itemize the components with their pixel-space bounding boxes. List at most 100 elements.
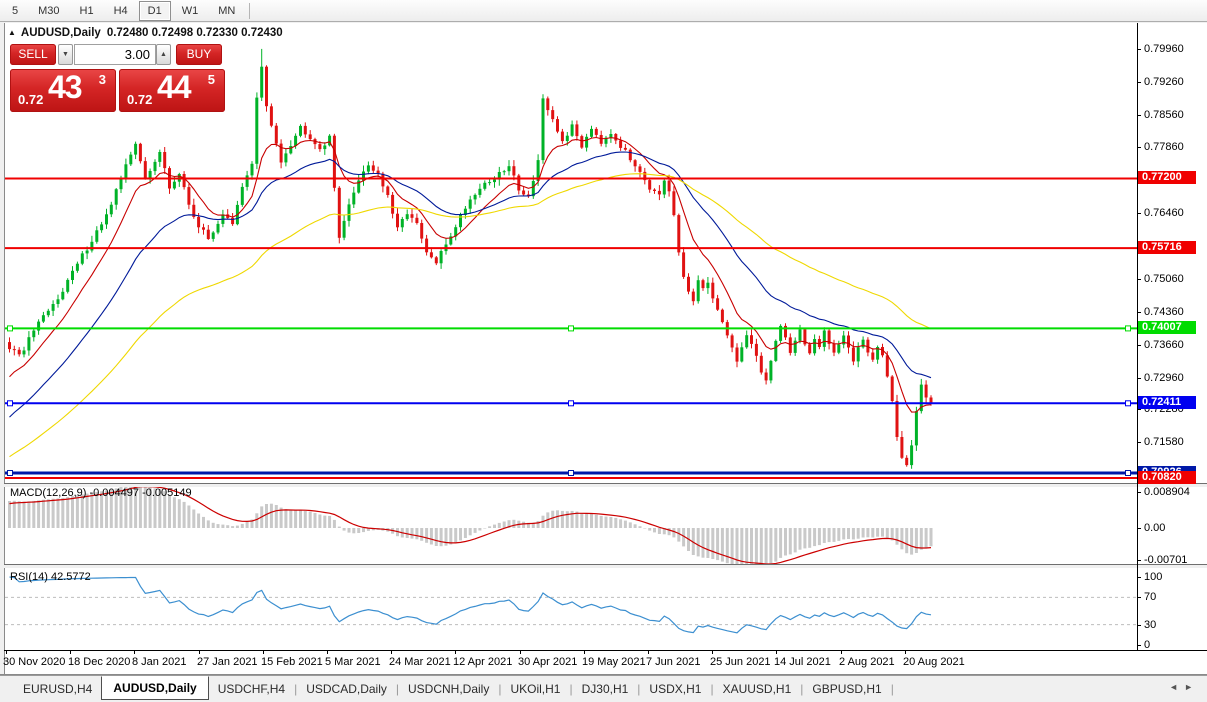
price-axis-tick: 0.79960 (1144, 43, 1184, 55)
buy-button[interactable]: BUY (176, 44, 222, 65)
price-axis-tick-mark (1137, 312, 1141, 313)
date-axis-label: 19 May 2021 (582, 656, 646, 668)
price-axis-tick: 0.79260 (1144, 76, 1184, 88)
price-level-label[interactable]: 0.70820 (1138, 471, 1196, 484)
date-axis-tick-mark (6, 651, 7, 654)
symbol-label: AUDUSD,Daily (20, 27, 101, 39)
price-axis-tick: 0.73660 (1144, 339, 1184, 351)
chart-title: ▲ AUDUSD,Daily 0.72480 0.72498 0.72330 0.7… (8, 27, 283, 39)
date-axis-tick-mark (520, 651, 521, 654)
date-axis-label: 30 Nov 2020 (3, 656, 66, 668)
rsi-axis-tick: 30 (1144, 619, 1157, 631)
date-axis-label: 25 Jun 2021 (710, 656, 771, 668)
date-axis-label: 2 Aug 2021 (839, 656, 895, 668)
sell-price-prefix: 0.72 (18, 92, 44, 107)
buy-price-box[interactable]: 0.72 44 5 (119, 69, 225, 112)
rsi-axis-tick-mark (1137, 597, 1141, 598)
price-axis-tick-mark (1137, 82, 1141, 83)
date-axis-tick-mark (648, 651, 649, 654)
buy-price-big: 44 (157, 69, 192, 105)
rsi-axis-tick-mark (1137, 577, 1141, 578)
chart-tab-gbpusd[interactable]: GBPUSD,H1 (803, 678, 890, 700)
date-axis-tick-mark (455, 651, 456, 654)
sell-price-box[interactable]: 0.72 43 3 (10, 69, 116, 112)
price-axis-tick-mark (1137, 279, 1141, 280)
date-axis-label: 24 Mar 2021 (389, 656, 451, 668)
rsi-axis-tick: 70 (1144, 591, 1157, 603)
price-level-label[interactable]: 0.75716 (1138, 241, 1196, 254)
buy-price-prefix: 0.72 (127, 92, 153, 107)
price-level-label[interactable]: 0.77200 (1138, 171, 1196, 184)
collapse-panel-icon[interactable]: ▲ (8, 28, 16, 37)
price-axis-tick-mark (1137, 409, 1141, 410)
price-axis-tick-mark (1137, 378, 1141, 379)
chart-tab-dj30[interactable]: DJ30,H1 (573, 678, 638, 700)
chart-tab-usdchf[interactable]: USDCHF,H4 (209, 678, 294, 700)
price-axis-tick-mark (1137, 345, 1141, 346)
tab-separator: | (890, 682, 894, 696)
date-axis-tick-mark (584, 651, 585, 654)
date-axis-label: 12 Apr 2021 (453, 656, 513, 668)
date-axis-tick-mark (199, 651, 200, 654)
rsi-axis-tick-mark (1137, 645, 1141, 646)
price-axis-tick: 0.72960 (1144, 372, 1184, 384)
tab-scroll-left-icon[interactable]: ◄ (1169, 682, 1184, 692)
sell-price-sup: 3 (98, 72, 106, 87)
price-axis-tick-mark (1137, 49, 1141, 50)
macd-axis-tick-mark (1137, 560, 1141, 561)
price-axis-tick: 0.78560 (1144, 109, 1184, 121)
macd-axis-tick: 0.00 (1144, 522, 1166, 534)
chart-tab-usdcnh[interactable]: USDCNH,Daily (399, 678, 498, 700)
rsi-axis-tick: 100 (1144, 571, 1163, 583)
date-axis-label: 20 Aug 2021 (903, 656, 965, 668)
chart-tab-audusd[interactable]: AUDUSD,Daily (101, 676, 209, 700)
date-axis-label: 14 Jul 2021 (774, 656, 831, 668)
price-axis-tick: 0.76460 (1144, 207, 1184, 219)
buy-price-sup: 5 (207, 72, 215, 87)
volume-decrease-button[interactable]: ▼ (58, 44, 73, 65)
chart-tab-xauusd[interactable]: XAUUSD,H1 (714, 678, 801, 700)
rsi-axis-tick: 0 (1144, 639, 1151, 651)
price-axis-tick-mark (1137, 115, 1141, 116)
date-axis-tick-mark (391, 651, 392, 654)
chart-tab-usdx[interactable]: USDX,H1 (640, 678, 710, 700)
price-level-label[interactable]: 0.72411 (1138, 396, 1196, 409)
price-axis-tick-mark (1137, 213, 1141, 214)
price-axis-tick: 0.77860 (1144, 141, 1184, 153)
date-axis-label: 15 Feb 2021 (261, 656, 323, 668)
date-axis-label: 18 Dec 2020 (68, 656, 131, 668)
date-axis-tick-mark (263, 651, 264, 654)
macd-indicator-label: MACD(12,26,9) -0.004497 -0.005149 (10, 487, 192, 499)
sell-button[interactable]: SELL (10, 44, 56, 65)
chart-tab-usdcad[interactable]: USDCAD,Daily (297, 678, 396, 700)
sell-price-big: 43 (48, 69, 83, 105)
date-axis-label: 8 Jan 2021 (132, 656, 187, 668)
date-axis-tick-mark (327, 651, 328, 654)
symbol-tab-bar: EURUSD,H4 AUDUSD,Daily USDCHF,H4 | USDCAD,Da… (0, 675, 1207, 702)
date-axis-label: 30 Apr 2021 (518, 656, 578, 668)
one-click-trading-panel: SELL ▼ 3.00 ▲ BUY 0.72 43 3 0.72 44 5 (10, 43, 228, 113)
chart-tab-eurusd[interactable]: EURUSD,H4 (14, 678, 101, 700)
date-axis-tick-mark (905, 651, 906, 654)
price-axis-tick: 0.71580 (1144, 436, 1184, 448)
chart-tab-ukoil[interactable]: UKOil,H1 (501, 678, 569, 700)
ohlc-values: 0.72480 0.72498 0.72330 0.72430 (106, 27, 283, 39)
price-axis-tick: 0.74360 (1144, 306, 1184, 318)
date-axis-label: 7 Jun 2021 (646, 656, 701, 668)
date-axis-tick-mark (70, 651, 71, 654)
volume-input[interactable]: 3.00 (74, 44, 156, 65)
date-axis-label: 27 Jan 2021 (197, 656, 258, 668)
macd-axis-tick-mark (1137, 492, 1141, 493)
macd-axis-tick-mark (1137, 528, 1141, 529)
macd-axis-tick: 0.008904 (1144, 486, 1190, 498)
rsi-indicator-label: RSI(14) 42.5772 (10, 571, 91, 583)
tab-scroll-right-icon[interactable]: ► (1184, 682, 1199, 692)
macd-axis-tick: -0.00701 (1144, 554, 1188, 566)
price-axis-tick-mark (1137, 147, 1141, 148)
date-axis-tick-mark (776, 651, 777, 654)
price-axis-tick: 0.75060 (1144, 273, 1184, 285)
volume-increase-button[interactable]: ▲ (156, 44, 171, 65)
date-axis-label: 5 Mar 2021 (325, 656, 381, 668)
date-axis-tick-mark (712, 651, 713, 654)
price-level-label[interactable]: 0.74007 (1138, 321, 1196, 334)
